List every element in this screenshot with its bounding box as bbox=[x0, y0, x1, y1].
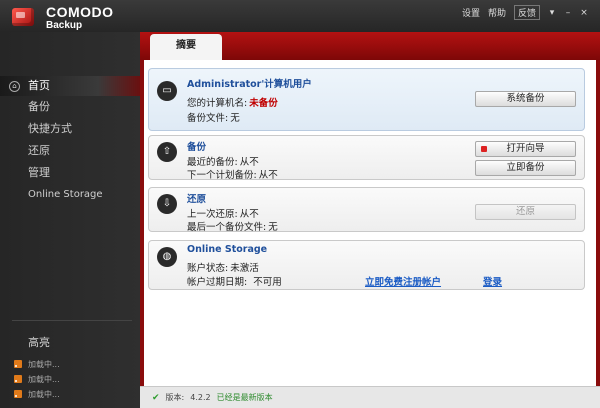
sidebar: ⌂ 首页 备份 快捷方式 还原 管理 Online Storage 高亮 加载中… bbox=[0, 32, 140, 408]
version-value: 4.2.2 bbox=[190, 393, 211, 402]
next-backup-label: 下一个计划备份: bbox=[187, 170, 257, 181]
flag-icon bbox=[481, 146, 487, 152]
account-expiry-label: 帐户过期日期: bbox=[187, 277, 248, 288]
sidebar-item-shortcuts[interactable]: 快捷方式 bbox=[0, 119, 140, 139]
news-item-label: 加载中... bbox=[28, 359, 60, 369]
main-panel: 摘要 ▭ Administrator'计算机用户 您的计算机名: 未备份 备份文件… bbox=[140, 32, 600, 408]
globe-icon: ◍ bbox=[157, 247, 177, 267]
title-bar: COMODO Backup 设置 帮助 反馈 ▾ – × bbox=[0, 0, 600, 32]
brand: COMODO Backup bbox=[46, 5, 114, 32]
tab-summary[interactable]: 摘要 bbox=[150, 34, 222, 62]
status-bar: ✔ 版本: 4.2.2 已经是最新版本 bbox=[140, 386, 600, 408]
dropdown-icon[interactable]: ▾ bbox=[548, 8, 556, 18]
sidebar-item-manage[interactable]: 管理 bbox=[0, 163, 140, 183]
comodo-logo-icon bbox=[12, 6, 36, 28]
sidebar-item-label: Online Storage bbox=[28, 189, 103, 200]
news-item-label: 加载中... bbox=[28, 389, 60, 399]
settings-link[interactable]: 设置 bbox=[462, 6, 480, 19]
summary-content: ▭ Administrator'计算机用户 您的计算机名: 未备份 备份文件: 无 … bbox=[144, 60, 596, 404]
account-status-row: 账户状态: 未激活 bbox=[187, 260, 259, 274]
download-icon: ⇩ bbox=[157, 194, 177, 214]
next-backup-row: 下一个计划备份: 从不 bbox=[187, 167, 278, 181]
sidebar-item-restore[interactable]: 还原 bbox=[0, 141, 140, 161]
backup-files-row: 备份文件: 无 bbox=[187, 110, 240, 124]
news-title: 高亮 bbox=[28, 336, 50, 349]
sidebar-item-online-storage[interactable]: Online Storage bbox=[0, 185, 140, 205]
sidebar-item-label: 备份 bbox=[28, 100, 50, 113]
open-wizard-label: 打开向导 bbox=[506, 143, 545, 154]
last-backup-row: 最近的备份: 从不 bbox=[187, 154, 259, 168]
last-backup-file-row: 最后一个备份文件: 无 bbox=[187, 219, 278, 233]
backup-now-button[interactable]: 立即备份 bbox=[475, 160, 576, 176]
sidebar-item-backup[interactable]: 备份 bbox=[0, 97, 140, 117]
last-restore-row: 上一次还原: 从不 bbox=[187, 206, 259, 220]
backup-files-value: 无 bbox=[230, 113, 240, 124]
restore-card: ⇩ 还原 上一次还原: 从不 最后一个备份文件: 无 还原 bbox=[148, 187, 585, 233]
top-menu: 设置 帮助 反馈 ▾ – × bbox=[462, 5, 588, 20]
divider bbox=[12, 320, 132, 321]
rss-icon bbox=[14, 375, 22, 383]
sidebar-item-label: 还原 bbox=[28, 144, 50, 157]
news-item-label: 加载中... bbox=[28, 374, 60, 384]
computer-title: Administrator'计算机用户 bbox=[187, 79, 312, 90]
version-label: 版本: bbox=[165, 393, 185, 402]
backup-files-label: 备份文件: bbox=[187, 113, 229, 124]
help-link[interactable]: 帮助 bbox=[488, 6, 506, 19]
product-name: Backup bbox=[46, 20, 83, 31]
update-status: 已经是最新版本 bbox=[216, 393, 273, 402]
last-backup-file-label: 最后一个备份文件: bbox=[187, 222, 267, 233]
last-backup-file-value: 无 bbox=[268, 222, 278, 233]
computer-card: ▭ Administrator'计算机用户 您的计算机名: 未备份 备份文件: 无 … bbox=[148, 68, 585, 131]
monitor-icon: ▭ bbox=[157, 81, 177, 101]
account-expiry-row: 帐户过期日期: 不可用 bbox=[187, 274, 282, 288]
sidebar-item-label: 快捷方式 bbox=[28, 122, 72, 135]
system-backup-button[interactable]: 系统备份 bbox=[475, 91, 576, 107]
rss-icon bbox=[14, 390, 22, 398]
register-link[interactable]: 立即免费注册帐户 bbox=[365, 274, 441, 288]
online-storage-title: Online Storage bbox=[187, 244, 268, 255]
news-item[interactable]: 加载中... bbox=[14, 358, 60, 370]
account-status-label: 账户状态: bbox=[187, 263, 229, 274]
login-link[interactable]: 登录 bbox=[483, 274, 502, 288]
brand-name: COMODO bbox=[46, 4, 114, 20]
restore-button[interactable]: 还原 bbox=[475, 204, 576, 220]
backup-title: 备份 bbox=[187, 142, 207, 153]
next-backup-value: 从不 bbox=[258, 170, 278, 181]
account-expiry-value: 不可用 bbox=[253, 277, 282, 288]
open-wizard-button[interactable]: 打开向导 bbox=[475, 141, 576, 157]
news-item[interactable]: 加载中... bbox=[14, 388, 60, 400]
computer-name-value: 未备份 bbox=[249, 98, 278, 109]
rss-icon bbox=[14, 360, 22, 368]
restore-title: 还原 bbox=[187, 194, 207, 205]
feedback-link[interactable]: 反馈 bbox=[513, 5, 540, 20]
close-button[interactable]: × bbox=[580, 8, 588, 18]
sidebar-item-label: 管理 bbox=[28, 166, 50, 179]
sidebar-item-label: 首页 bbox=[28, 79, 50, 92]
computer-name-row: 您的计算机名: 未备份 bbox=[187, 95, 278, 109]
upload-icon: ⇧ bbox=[157, 142, 177, 162]
sidebar-item-home[interactable]: ⌂ 首页 bbox=[0, 76, 140, 96]
account-status-value: 未激活 bbox=[230, 263, 259, 274]
home-icon: ⌂ bbox=[9, 81, 20, 92]
computer-name-label: 您的计算机名: bbox=[187, 98, 248, 109]
check-icon: ✔ bbox=[152, 392, 160, 403]
news-item[interactable]: 加载中... bbox=[14, 373, 60, 385]
online-storage-card: ◍ Online Storage 账户状态: 未激活 帐户过期日期: 不可用 立即免… bbox=[148, 240, 585, 290]
minimize-button[interactable]: – bbox=[564, 8, 572, 18]
backup-card: ⇧ 备份 最近的备份: 从不 下一个计划备份: 从不 打开向导 立即备份 bbox=[148, 135, 585, 181]
